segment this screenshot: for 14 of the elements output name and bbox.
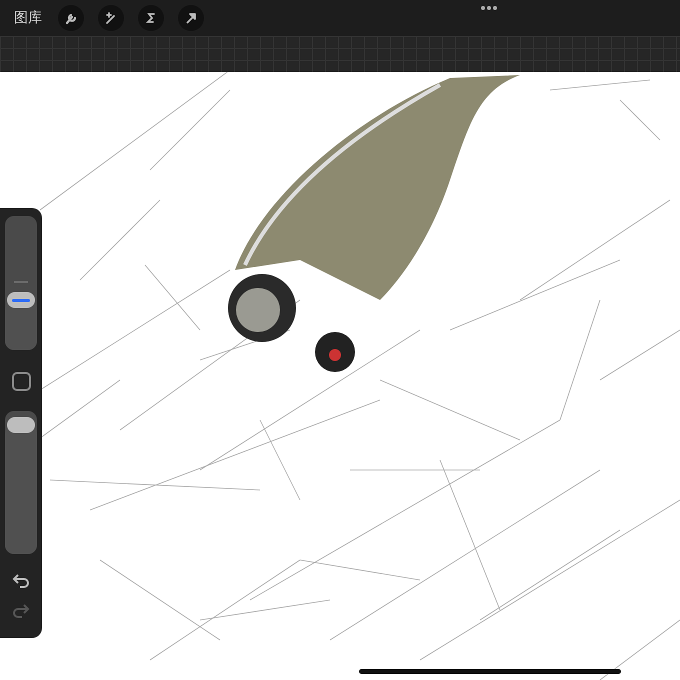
toolbar-button[interactable] xyxy=(58,5,84,31)
wrench-icon xyxy=(64,11,78,25)
brush-size-slider[interactable] xyxy=(5,216,37,350)
toolbar-button[interactable] xyxy=(98,5,124,31)
square-button[interactable] xyxy=(12,372,30,391)
toolbar-button[interactable] xyxy=(178,5,204,31)
magic-wand-icon xyxy=(104,11,118,25)
toolbar-button[interactable] xyxy=(138,5,164,31)
slider-thumb[interactable] xyxy=(7,417,35,434)
slider-thumb[interactable] xyxy=(7,292,35,308)
gallery-button[interactable]: 图库 xyxy=(14,9,42,27)
undo-button[interactable] xyxy=(12,572,30,588)
more-icon[interactable] xyxy=(481,6,497,10)
arrow-cursor-icon xyxy=(184,11,198,25)
